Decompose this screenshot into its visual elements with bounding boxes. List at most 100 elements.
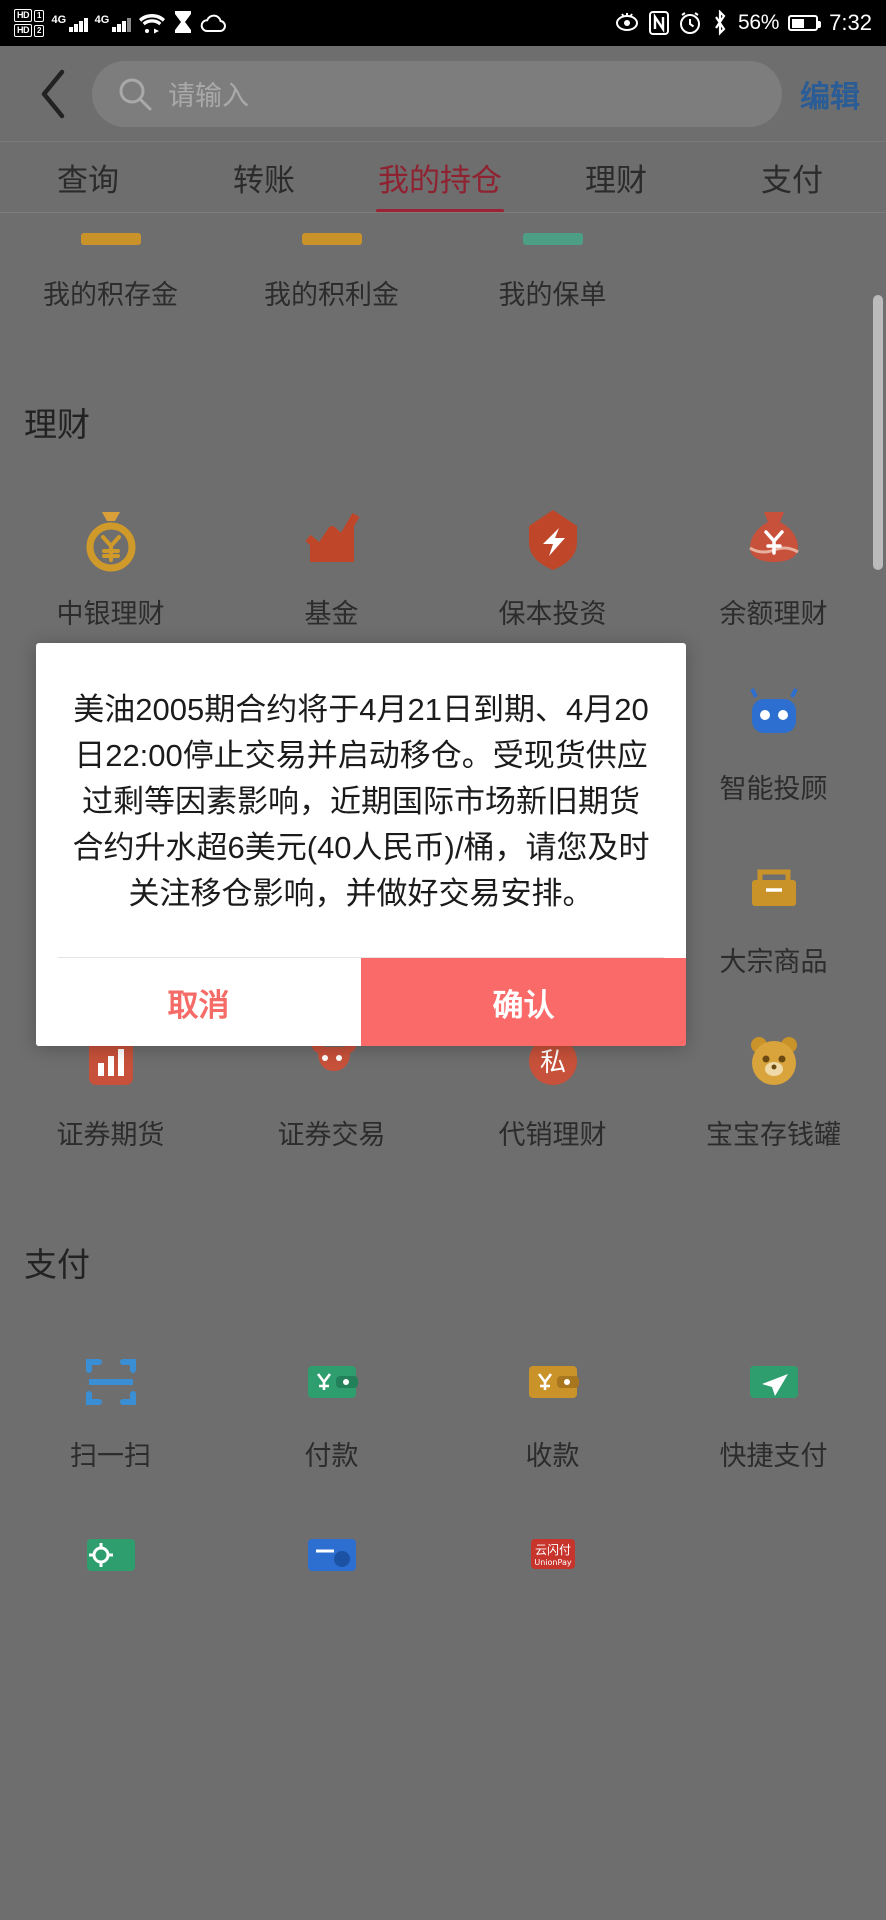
grid-label: 收款 (525, 1441, 580, 1471)
grid-cell[interactable] (442, 221, 663, 245)
signal-bars-2 (112, 15, 131, 32)
grid-cell-scan[interactable]: 扫一扫 (0, 1344, 221, 1473)
svg-text:私: 私 (539, 1048, 565, 1078)
svg-text:UnionPay: UnionPay (534, 1558, 571, 1567)
cancel-button[interactable]: 取消 (36, 958, 361, 1046)
grid-cell-principal-protected[interactable]: 保本投资 (442, 502, 663, 631)
vertical-scrollbar[interactable] (873, 295, 883, 570)
bear-piggy-icon (736, 1023, 812, 1099)
cloud-icon (200, 12, 228, 34)
grid-cell-receive[interactable]: 收款 (442, 1344, 663, 1473)
grid-label: 扫一扫 (70, 1441, 151, 1471)
grid-cell (663, 221, 884, 245)
nfc-icon (649, 11, 670, 35)
tab-my-holdings[interactable]: 我的持仓 (352, 142, 528, 213)
hd-volte-icon: HD 1 HD 2 (14, 9, 45, 37)
hd-num-2: 2 (34, 24, 45, 37)
card-blue-icon (294, 1519, 370, 1595)
grid-cell-unionpay[interactable]: 云闪付 UnionPay (442, 1519, 663, 1595)
status-bar-left: HD 1 HD 2 4G 4G (14, 9, 228, 37)
grid-cell-balance-wealth[interactable]: 余额理财 (663, 502, 884, 631)
hourglass-icon (173, 10, 193, 36)
hd-label-1: HD (14, 9, 32, 22)
grid-label: 大宗商品 (719, 947, 828, 977)
tab-query[interactable]: 查询 (0, 142, 176, 213)
content-scroll-area[interactable]: 我的积存金 我的积利金 我的保单 理财 中银理财 基金 保本投资 余额理财 智能… (0, 213, 886, 1920)
grid-label: 证券交易 (277, 1120, 386, 1150)
icon-row-payment-2-partial: 云闪付 UnionPay (0, 1519, 886, 1595)
grid-label: 我的保单 (498, 280, 607, 310)
app-header: 请输入 编辑 (0, 46, 886, 141)
chart-arrow-up-icon (294, 502, 370, 578)
grid-cell-baby-piggy[interactable]: 宝宝存钱罐 (663, 1023, 884, 1152)
section-title-wealth: 理财 (24, 406, 90, 443)
tab-wealth[interactable]: 理财 (528, 142, 704, 213)
wallet-pay-icon (294, 1344, 370, 1420)
grid-cell-empty (663, 259, 884, 312)
battery-icon (788, 15, 822, 31)
grid-label: 我的积利金 (264, 280, 399, 310)
grid-label: 基金 (304, 599, 359, 629)
signal-bars-1 (69, 15, 88, 32)
send-money-icon (736, 1344, 812, 1420)
bluetooth-icon (711, 10, 729, 36)
net-label-1: 4G (51, 13, 67, 26)
grid-cell-settings-pay[interactable] (0, 1519, 221, 1595)
grid-cell-fund[interactable]: 基金 (221, 502, 442, 631)
grid-label: 智能投顾 (719, 774, 828, 804)
grid-label: 保本投资 (498, 599, 607, 629)
grid-cell[interactable] (0, 221, 221, 245)
net-label-2: 4G (94, 13, 110, 26)
search-bar[interactable]: 请输入 (92, 60, 782, 127)
partial-row-labels: 我的积存金 我的积利金 我的保单 (0, 259, 886, 312)
alarm-icon (678, 11, 702, 35)
tab-payment[interactable]: 支付 (704, 142, 880, 213)
partial-icon-row (0, 221, 886, 245)
grid-cell-card-blue[interactable] (221, 1519, 442, 1595)
grid-label: 证券期货 (56, 1120, 165, 1150)
dialog-message: 美油2005期合约将于4月21日到期、4月20日22:00停止交易并启动移仓。受… (72, 692, 650, 911)
hd-num-1: 1 (34, 9, 45, 22)
money-stub-icon (80, 233, 141, 245)
chevron-left-icon (41, 69, 65, 118)
grid-cell-commodity[interactable]: 大宗商品 (663, 850, 884, 979)
settings-pay-icon (73, 1519, 149, 1595)
confirm-button[interactable]: 确认 (361, 958, 686, 1046)
svg-text:云闪付: 云闪付 (534, 1543, 570, 1557)
wallet-receive-icon (515, 1344, 591, 1420)
money-bag-yuan-icon (73, 502, 149, 578)
grid-cell[interactable] (221, 221, 442, 245)
grid-cell-my-interest-gold[interactable]: 我的积利金 (221, 259, 442, 312)
status-bar-right: 56% 7:32 (614, 10, 872, 36)
edit-button[interactable]: 编辑 (800, 72, 860, 116)
back-button[interactable] (26, 67, 80, 121)
grid-label: 宝宝存钱罐 (706, 1120, 841, 1150)
policy-stub-icon (522, 233, 583, 245)
grid-cell-quick-pay[interactable]: 快捷支付 (663, 1344, 884, 1473)
status-bar: HD 1 HD 2 4G 4G 56% 7:32 (0, 0, 886, 46)
hd-label-2: HD (14, 24, 32, 37)
tab-bar: 查询 转账 我的持仓 理财 支付 (0, 141, 886, 213)
alert-dialog: 美油2005期合约将于4月21日到期、4月20日22:00停止交易并启动移仓。受… (36, 643, 686, 1046)
commodity-icon (736, 850, 812, 926)
grid-label: 余额理财 (719, 599, 828, 629)
search-icon (118, 77, 152, 111)
grid-cell-my-policy[interactable]: 我的保单 (442, 259, 663, 312)
grid-cell-pay[interactable]: 付款 (221, 1344, 442, 1473)
grid-cell-my-savings-gold[interactable]: 我的积存金 (0, 259, 221, 312)
eye-off-icon (614, 12, 640, 34)
robot-icon (736, 677, 812, 753)
grid-cell-boc-wealth[interactable]: 中银理财 (0, 502, 221, 631)
money-bag-icon (736, 502, 812, 578)
grid-label: 付款 (304, 1441, 359, 1471)
signal-4g-1-icon: 4G (51, 13, 88, 32)
section-title-payment: 支付 (24, 1246, 90, 1283)
tab-transfer[interactable]: 转账 (176, 142, 352, 213)
search-input-placeholder[interactable]: 请输入 (168, 74, 249, 113)
grid-label: 中银理财 (56, 599, 165, 629)
grid-label: 快捷支付 (719, 1441, 828, 1471)
grid-cell-robo-advisor[interactable]: 智能投顾 (663, 677, 884, 806)
signal-4g-2-icon: 4G (94, 13, 131, 32)
money-stub-icon (301, 233, 362, 245)
blank-icon (736, 1519, 812, 1595)
